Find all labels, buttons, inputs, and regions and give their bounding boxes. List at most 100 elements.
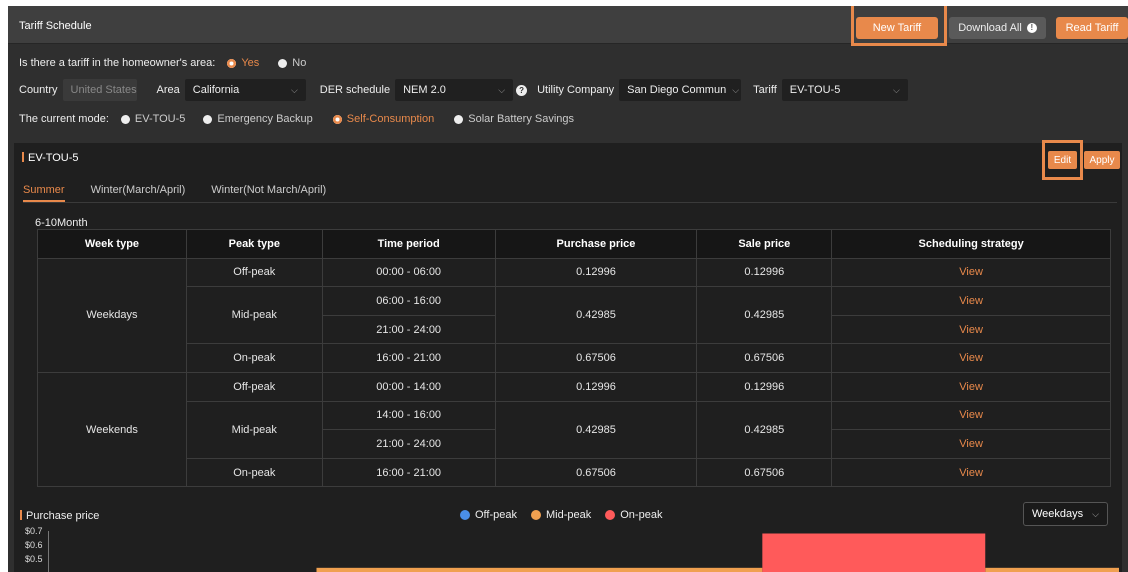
table-row: Weekdays Off-peak 00:00 - 06:00 0.12996 … [37, 257, 1111, 373]
purchase-price-cell: 0.67506 [494, 343, 698, 373]
mode-ev-tou-5-label: EV-TOU-5 [134, 113, 186, 125]
purchase-price-cell: 0.67506 [494, 457, 698, 488]
view-link[interactable]: View [831, 429, 1111, 459]
chart-legend: Off-peak Mid-peak On-peak [460, 509, 676, 521]
week-type-dropdown-value: Weekdays [1032, 508, 1084, 520]
week-type-cell: Weekends [37, 371, 187, 488]
view-link[interactable]: View [831, 286, 1111, 316]
view-link[interactable]: View [831, 314, 1111, 345]
tab-winter-not-march-april[interactable]: Winter(Not March/April) [211, 181, 326, 202]
radio-dot-icon [454, 114, 464, 124]
utility-company-label: Utility Company [537, 84, 615, 96]
mode-label: The current mode: [19, 113, 109, 125]
help-icon[interactable]: ? [516, 84, 528, 96]
filters-row: Country United States Area California ⌵ D… [19, 79, 908, 101]
download-all-button[interactable]: Download All ! [949, 17, 1046, 39]
radio-dot-icon [120, 114, 130, 124]
time-period-cell: 21:00 - 24:00 [321, 314, 496, 345]
month-range: 6-10Month [35, 217, 88, 229]
title-accent-bar [20, 510, 22, 520]
tariff-question-row: Is there a tariff in the homeowner's are… [19, 57, 306, 69]
peak-type-cell: Off-peak [185, 371, 323, 402]
table-row: On-peak 16:00 - 21:00 0.67506 0.67506 Vi… [38, 457, 1111, 488]
time-period-cell: 00:00 - 06:00 [321, 257, 496, 288]
time-period-cell: 06:00 - 16:00 [321, 286, 496, 316]
area-label: Area [156, 84, 180, 96]
tariff-select[interactable]: EV-TOU-5 ⌵ [781, 79, 908, 101]
time-period-cell: 14:00 - 16:00 [321, 400, 496, 431]
legend-on-peak[interactable]: On-peak [605, 509, 662, 521]
view-link[interactable]: View [831, 257, 1111, 288]
view-link[interactable]: View [831, 371, 1111, 402]
der-schedule-select[interactable]: NEM 2.0 ⌵ [395, 79, 514, 101]
legend-label: Off-peak [475, 509, 517, 521]
mode-ev-tou-5[interactable]: EV-TOU-5 [120, 113, 186, 125]
col-week-type: Week type [37, 229, 187, 259]
sale-price-cell: 0.42985 [696, 400, 833, 459]
tariff-panel: EV-TOU-5 Edit Apply Summer Winter(March/… [14, 140, 1122, 572]
info-icon: ! [1026, 23, 1037, 33]
radio-no[interactable]: No [278, 57, 306, 69]
bar-on-peak [762, 533, 986, 572]
new-tariff-button[interactable]: New Tariff [856, 17, 938, 39]
peak-type-cell: Mid-peak [185, 400, 323, 459]
mode-self-consumption[interactable]: Self-Consumption [332, 113, 434, 125]
sale-price-cell: 0.12996 [696, 371, 833, 402]
col-scheduling-strategy: Scheduling strategy [831, 229, 1111, 259]
radio-dot-icon [278, 58, 288, 68]
mode-solar-battery-savings[interactable]: Solar Battery Savings [454, 113, 574, 125]
mode-row: The current mode: EV-TOU-5 Emergency Bac… [19, 113, 574, 125]
view-link[interactable]: View [831, 457, 1111, 488]
tab-summer[interactable]: Summer [23, 181, 65, 202]
bar-mid-peak [316, 567, 763, 572]
apply-button[interactable]: Apply [1084, 151, 1120, 169]
radio-no-label: No [292, 57, 307, 69]
season-tabs: Summer Winter(March/April) Winter(Not Ma… [23, 181, 1117, 203]
country-select[interactable]: United States [62, 79, 137, 101]
legend-dot-icon [605, 510, 616, 520]
radio-yes-label: Yes [241, 57, 260, 69]
purchase-price-cell: 0.42985 [494, 286, 698, 345]
time-period-cell: 16:00 - 21:00 [321, 343, 496, 373]
tab-winter-march-april[interactable]: Winter(March/April) [91, 181, 186, 202]
legend-dot-icon [460, 510, 470, 520]
area-select[interactable]: California ⌵ [184, 79, 306, 101]
utility-company-select[interactable]: San Diego Commun ⌵ [619, 79, 742, 101]
view-link[interactable]: View [831, 343, 1111, 373]
peak-type-cell: Mid-peak [185, 286, 323, 345]
sale-price-cell: 0.67506 [696, 457, 833, 488]
read-tariff-button[interactable]: Read Tariff [1056, 17, 1128, 39]
chevron-down-icon: ⌵ [498, 84, 506, 95]
legend-label: On-peak [620, 509, 663, 521]
sale-price-cell: 0.12996 [696, 257, 833, 288]
edit-button[interactable]: Edit [1048, 151, 1077, 169]
time-period-cell: 00:00 - 14:00 [321, 371, 496, 402]
view-link[interactable]: View [831, 400, 1111, 431]
peak-type-cell: Off-peak [185, 257, 323, 288]
der-schedule-value: NEM 2.0 [403, 84, 446, 96]
time-period-cell: 16:00 - 21:00 [321, 457, 496, 488]
page-title: Tariff Schedule [19, 20, 92, 32]
table-row: Weekends Off-peak 00:00 - 14:00 0.12996 … [37, 371, 1111, 488]
mode-emergency-backup-label: Emergency Backup [217, 113, 313, 125]
purchase-price-cell: 0.12996 [494, 257, 698, 288]
tariff-value: EV-TOU-5 [789, 84, 841, 96]
purchase-price-cell: 0.12996 [494, 371, 698, 402]
radio-yes[interactable]: Yes [227, 57, 259, 69]
chevron-down-icon: ⌵ [1092, 508, 1099, 519]
peak-type-cell: On-peak [185, 457, 323, 488]
tariff-question-label: Is there a tariff in the homeowner's are… [19, 57, 216, 69]
legend-mid-peak[interactable]: Mid-peak [531, 509, 591, 521]
col-sale-price: Sale price [696, 229, 833, 259]
legend-off-peak[interactable]: Off-peak [460, 509, 517, 521]
chevron-down-icon: ⌵ [732, 84, 740, 95]
radio-dot-icon [203, 114, 213, 124]
time-period-cell: 21:00 - 24:00 [321, 429, 496, 459]
purchase-price-chart [316, 533, 1119, 572]
mode-emergency-backup[interactable]: Emergency Backup [203, 113, 313, 125]
chart-title: Purchase price [20, 510, 99, 522]
table-row: Mid-peak 06:00 - 16:00 0.42985 0.42985 V… [38, 286, 1111, 345]
col-time-period: Time period [321, 229, 496, 259]
bar-mid-peak [985, 567, 1119, 572]
col-peak-type: Peak type [185, 229, 323, 259]
